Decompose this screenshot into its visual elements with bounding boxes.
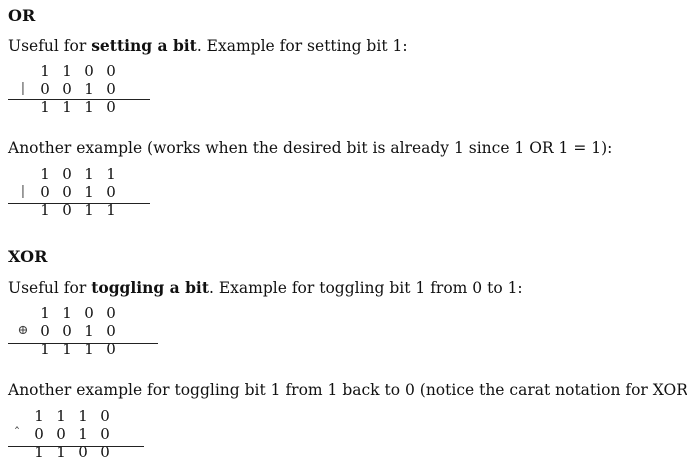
- or-operator-symbol: |: [20, 184, 26, 199]
- digit: 0: [100, 407, 110, 425]
- xor-example-1-rule: [8, 343, 158, 344]
- xor-desc-pre: Useful for: [8, 279, 92, 297]
- xor-caret-symbol: ˆ: [13, 426, 21, 441]
- or-example-2-rule: [8, 203, 150, 204]
- or-heading: OR: [8, 6, 36, 25]
- digit: 0: [62, 322, 72, 340]
- digit: 1: [62, 62, 72, 80]
- digit: 0: [106, 322, 116, 340]
- digit: 0: [100, 425, 110, 443]
- or-desc-post: . Example for setting bit 1:: [196, 37, 408, 55]
- result-digit: 1: [84, 98, 94, 116]
- digit: 0: [34, 425, 44, 443]
- xor-operator-symbol: ⊕: [17, 323, 29, 338]
- or-example-1-rule: [8, 99, 150, 100]
- xor-heading: XOR: [8, 247, 48, 266]
- digit: 1: [106, 165, 116, 183]
- digit: 1: [40, 304, 50, 322]
- xor-example-2-rule: [8, 446, 144, 447]
- result-digit: 1: [40, 98, 50, 116]
- digit: 0: [40, 183, 50, 201]
- digit: 0: [106, 80, 116, 98]
- digit: 0: [106, 183, 116, 201]
- digit: 1: [84, 80, 94, 98]
- or-description-2: Another example (works when the desired …: [8, 139, 613, 157]
- digit: 0: [56, 425, 66, 443]
- or-operator-symbol: |: [20, 81, 26, 96]
- digit: 1: [40, 165, 50, 183]
- result-digit: 0: [106, 98, 116, 116]
- digit: 1: [84, 322, 94, 340]
- xor-example-2: 1 1 1 0 ˆ 0 0 1 0 1 1 0 0: [6, 407, 116, 461]
- digit: 0: [62, 165, 72, 183]
- digit: 0: [84, 304, 94, 322]
- or-description: Useful for setting a bit. Example for se…: [8, 38, 408, 55]
- xor-desc-bold: toggling a bit: [91, 278, 209, 297]
- xor-description-2: Another example for toggling bit 1 from …: [8, 381, 687, 399]
- digit: 1: [78, 407, 88, 425]
- digit: 1: [56, 407, 66, 425]
- digit: 1: [84, 165, 94, 183]
- xor-desc-post: . Example for toggling bit 1 from 0 to 1…: [208, 279, 523, 297]
- digit: 0: [84, 62, 94, 80]
- or-example-2: 1 0 1 1 | 0 0 1 0 1 0 1 1: [12, 165, 122, 219]
- or-example-1: 1 1 0 0 | 0 0 1 0 1 1 1 0: [12, 62, 122, 116]
- result-digit: 1: [62, 98, 72, 116]
- digit: 0: [40, 322, 50, 340]
- digit: 0: [40, 80, 50, 98]
- or-desc-pre: Useful for: [8, 37, 92, 55]
- digit: 0: [62, 183, 72, 201]
- digit: 1: [34, 407, 44, 425]
- or-desc-bold: setting a bit: [91, 36, 197, 55]
- digit: 1: [62, 304, 72, 322]
- xor-example-1: 1 1 0 0 ⊕ 0 0 1 0 1 1 1 0: [12, 304, 122, 358]
- digit: 0: [62, 80, 72, 98]
- digit: 1: [78, 425, 88, 443]
- digit: 0: [106, 62, 116, 80]
- digit: 0: [106, 304, 116, 322]
- digit: 1: [40, 62, 50, 80]
- xor-description: Useful for toggling a bit. Example for t…: [8, 280, 523, 297]
- digit: 1: [84, 183, 94, 201]
